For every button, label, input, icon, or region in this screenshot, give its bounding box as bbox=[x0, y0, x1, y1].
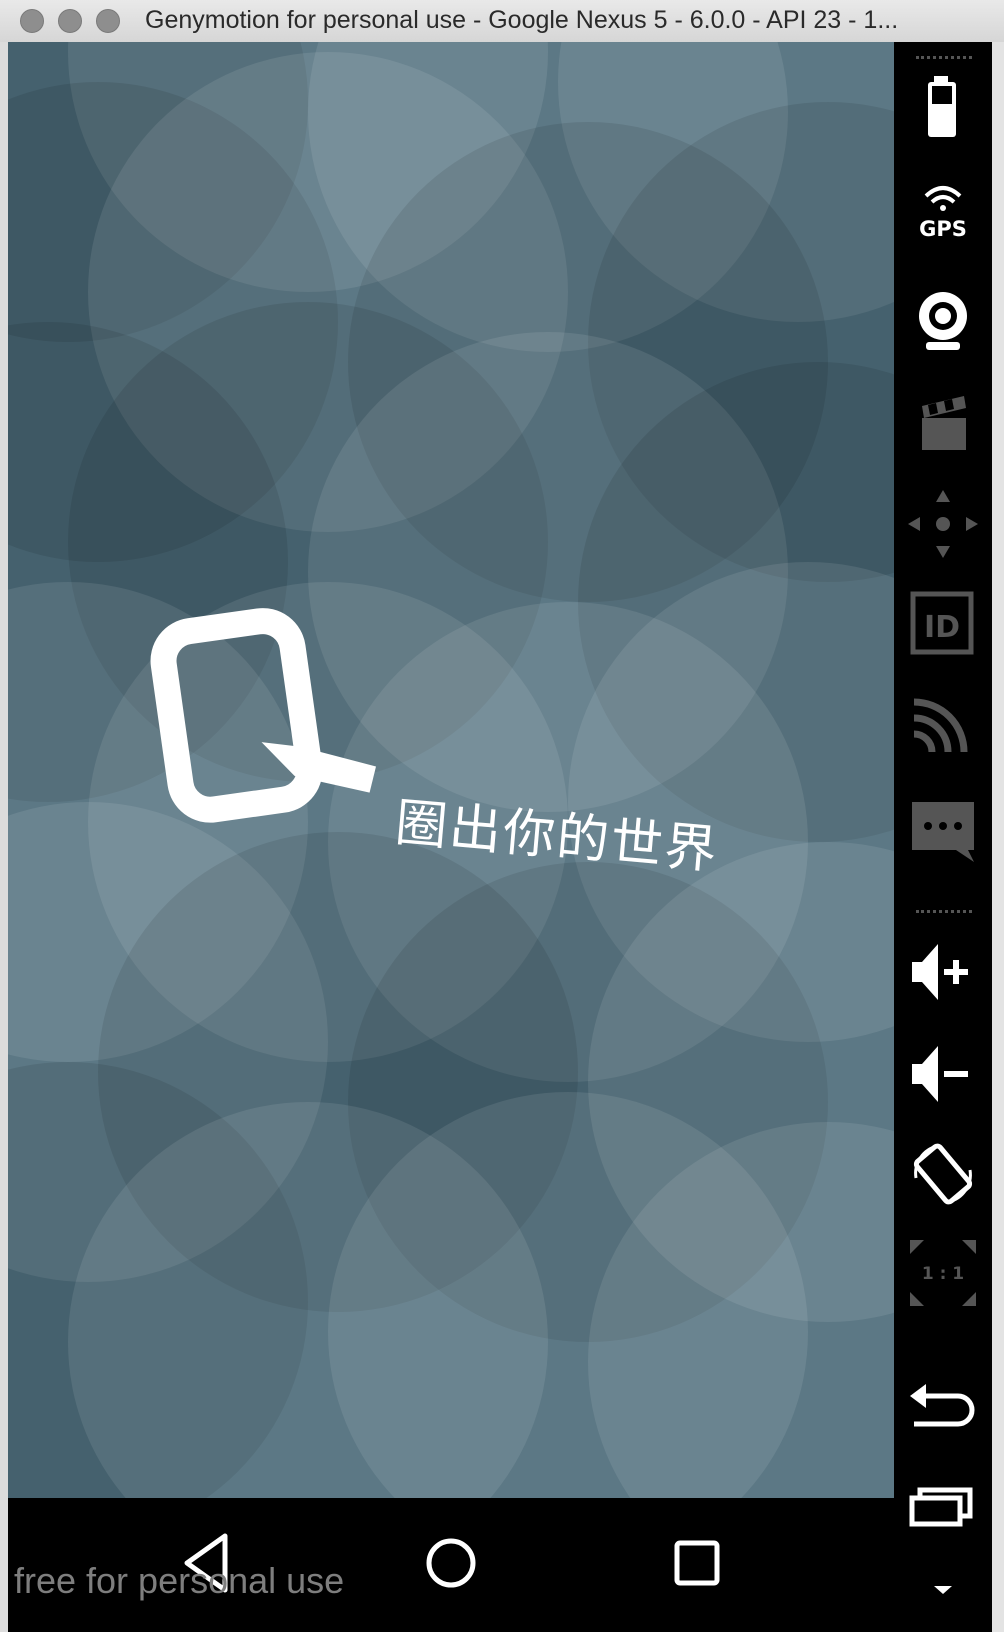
device-id-widget-button[interactable]: ID bbox=[894, 590, 992, 670]
sms-icon bbox=[912, 802, 974, 862]
recent-apps-button[interactable] bbox=[894, 1482, 992, 1562]
rotate-icon bbox=[913, 1143, 973, 1205]
back-nav-button[interactable] bbox=[894, 1372, 992, 1452]
background-window-edge-left bbox=[0, 42, 8, 1632]
volume-up-button[interactable] bbox=[894, 938, 992, 1018]
close-window-button[interactable] bbox=[20, 9, 44, 33]
sms-widget-button[interactable] bbox=[894, 798, 992, 878]
volume-up-icon bbox=[912, 944, 968, 1000]
webcam-widget-button[interactable] bbox=[894, 286, 992, 366]
svg-text:GPS: GPS bbox=[919, 217, 967, 241]
network-icon bbox=[913, 698, 968, 753]
recents-button[interactable] bbox=[662, 1528, 732, 1598]
home-button[interactable] bbox=[416, 1528, 486, 1598]
webcam-icon bbox=[919, 292, 967, 350]
genymotion-toolbar: GPS ID 1: 1 bbox=[894, 42, 992, 1632]
device-id-icon: ID bbox=[910, 591, 974, 655]
pixel-perfect-button[interactable]: 1 : 1 bbox=[894, 1238, 992, 1318]
zoom-window-button[interactable] bbox=[96, 9, 120, 33]
dpad-icon bbox=[908, 490, 978, 558]
android-screen[interactable]: 圈出你的世界 bbox=[8, 42, 894, 1498]
pixel-perfect-icon: 1 : 1 bbox=[910, 1240, 976, 1306]
toolbar-separator bbox=[916, 910, 972, 913]
minimize-window-button[interactable] bbox=[58, 9, 82, 33]
battery-widget-button[interactable] bbox=[894, 72, 992, 152]
dpad-widget-button[interactable] bbox=[894, 488, 992, 568]
gps-icon: GPS bbox=[919, 186, 967, 241]
back-arrow-icon bbox=[910, 1384, 975, 1427]
network-widget-button[interactable] bbox=[894, 692, 992, 772]
recents-square-icon bbox=[674, 1540, 720, 1586]
title-bar: Genymotion for personal use - Google Nex… bbox=[0, 0, 1004, 43]
background-window-edge-right bbox=[992, 42, 1004, 1632]
personal-use-watermark: free for personal use bbox=[14, 1560, 345, 1601]
volume-down-button[interactable] bbox=[894, 1040, 992, 1120]
svg-text:ID: ID bbox=[924, 610, 960, 645]
rotate-button[interactable] bbox=[894, 1138, 992, 1218]
window-title: Genymotion for personal use - Google Nex… bbox=[145, 6, 899, 34]
battery-icon bbox=[928, 76, 956, 137]
screencast-widget-button[interactable] bbox=[894, 388, 992, 468]
svg-text:1 : 1: 1 : 1 bbox=[922, 1264, 964, 1284]
q-logo-icon bbox=[150, 608, 377, 823]
menu-down-icon bbox=[934, 1586, 952, 1594]
toolbar-separator bbox=[916, 56, 972, 59]
home-circle-icon bbox=[426, 1538, 476, 1588]
recent-apps-icon bbox=[909, 1487, 973, 1527]
menu-button[interactable] bbox=[894, 1572, 992, 1612]
screencast-icon bbox=[922, 396, 966, 450]
gps-widget-button[interactable]: GPS bbox=[894, 180, 992, 260]
volume-down-icon bbox=[912, 1046, 968, 1102]
genymotion-window: Genymotion for personal use - Google Nex… bbox=[0, 0, 1004, 1632]
